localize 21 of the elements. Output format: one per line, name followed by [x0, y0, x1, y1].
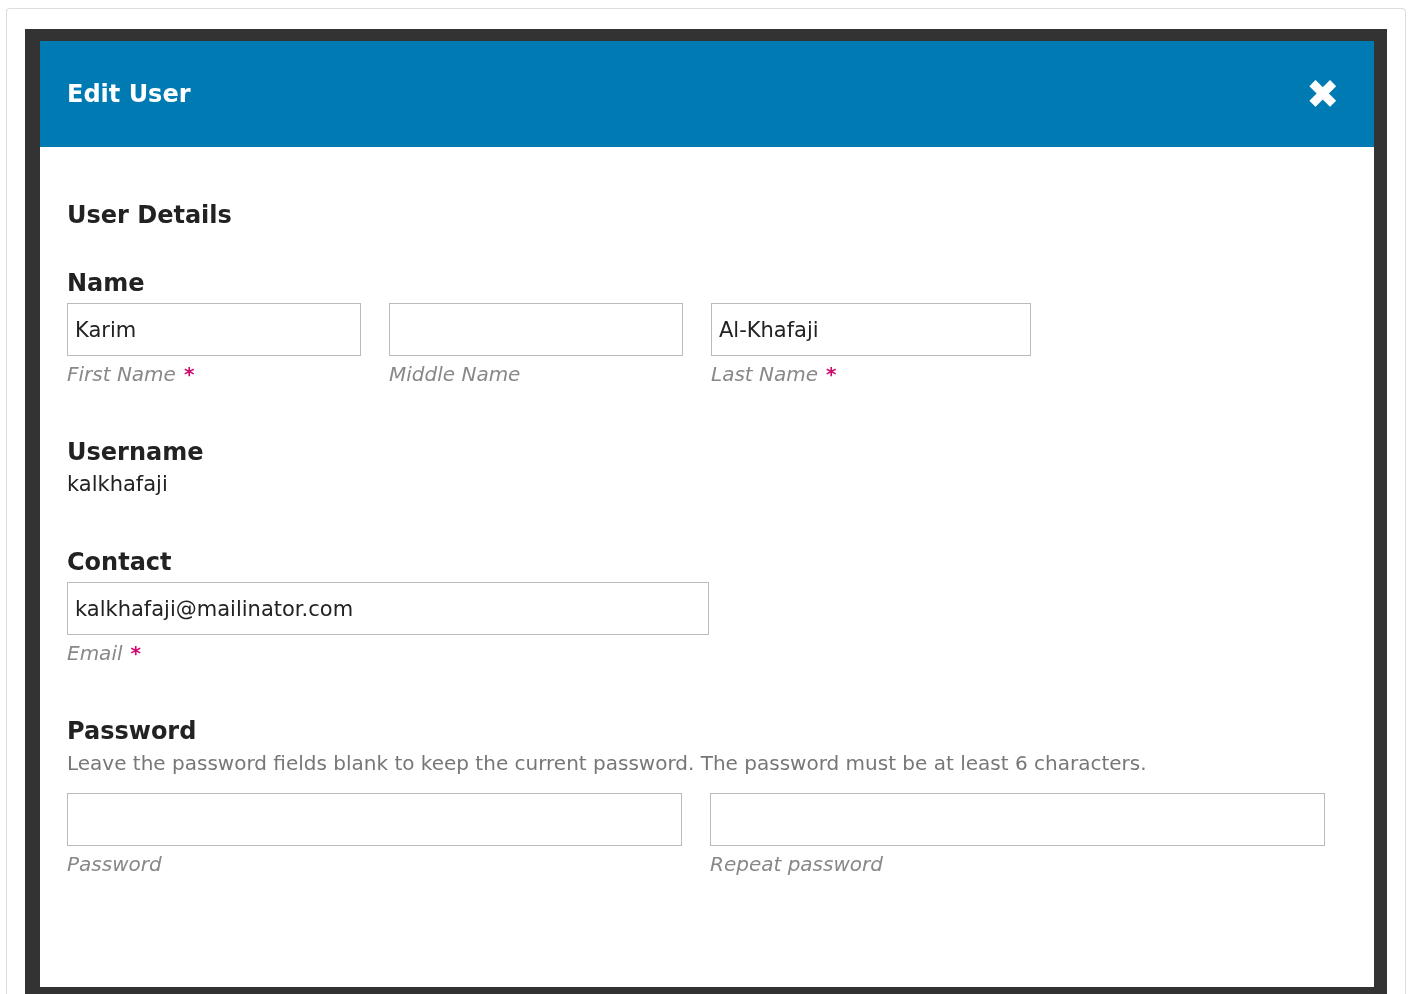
username-text: kalkhafaji — [67, 472, 169, 496]
section-heading: Password — [67, 717, 198, 745]
input-field[interactable]: Al-Khafaji — [711, 303, 1031, 356]
input-field[interactable]: Karim — [67, 303, 361, 356]
input-field[interactable]: kalkhafaji@mailinator.com — [67, 582, 709, 635]
field-label: Password — [67, 852, 162, 876]
modal-title: Edit User — [67, 80, 191, 108]
field-label: Middle Name — [389, 362, 521, 386]
input-field[interactable] — [710, 793, 1325, 846]
input-field[interactable] — [389, 303, 683, 356]
section-title: User Details — [67, 201, 233, 229]
field-label: Last Name * — [711, 362, 837, 386]
field-label: Email * — [67, 641, 141, 665]
description-text: Leave the password fields blank to keep the current password. The password must be at least 6 characters. — [67, 751, 1148, 775]
close-button[interactable]: ✖ — [1306, 74, 1340, 114]
section-heading: Contact — [67, 548, 173, 576]
input-field[interactable] — [67, 793, 682, 846]
section-heading: Username — [67, 438, 205, 466]
section-heading: Name — [67, 269, 146, 297]
field-label: Repeat password — [710, 852, 883, 876]
field-label: First Name * — [67, 362, 195, 386]
